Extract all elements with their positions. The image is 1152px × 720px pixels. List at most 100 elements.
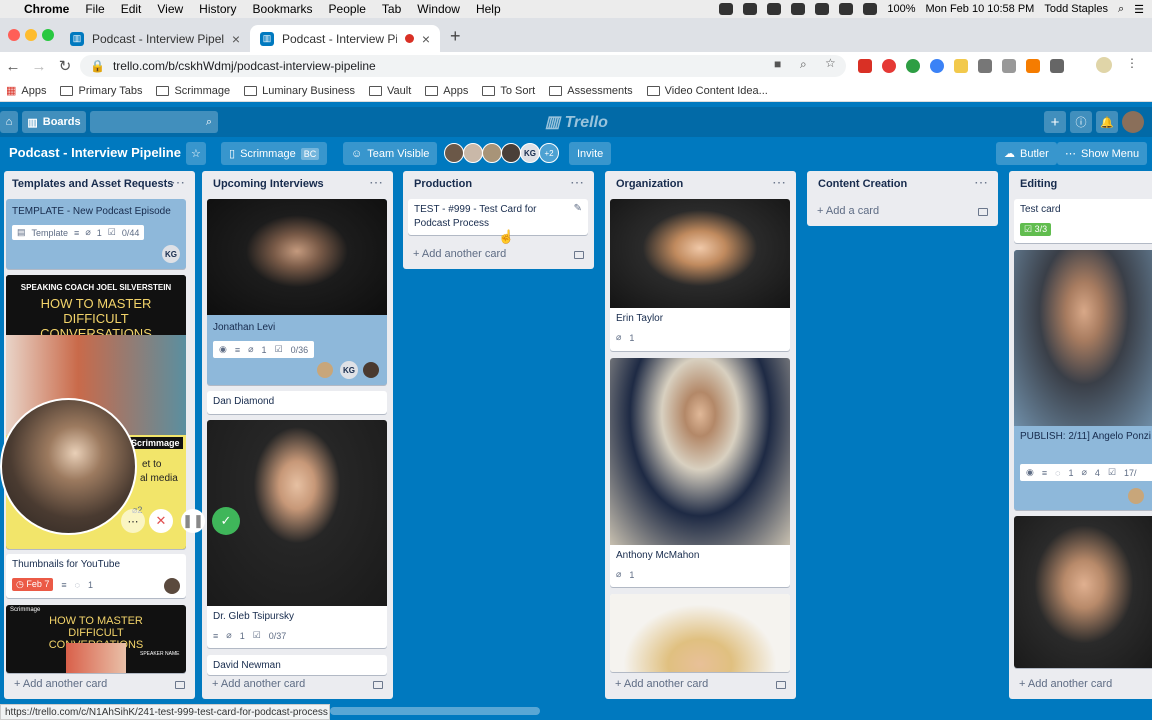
spotlight-icon[interactable]: ⌕	[1118, 3, 1124, 16]
member-avatar[interactable]	[482, 143, 502, 163]
new-tab-icon[interactable]: +	[450, 26, 461, 47]
menu-window[interactable]: Window	[409, 2, 468, 16]
horizontal-scrollbar[interactable]	[330, 707, 540, 715]
list-title[interactable]: Templates and Asset Requests	[12, 178, 173, 190]
tray-icon[interactable]	[743, 3, 758, 15]
card-partial[interactable]	[610, 594, 790, 672]
card-angelo-ponzi[interactable]: PUBLISH: 2/11] Angelo Ponzi Cares" about…	[1014, 250, 1152, 510]
profile-avatar-icon[interactable]	[1096, 57, 1112, 73]
menu-bookmarks[interactable]: Bookmarks	[245, 2, 321, 16]
extension-icon[interactable]	[930, 59, 944, 73]
webcam-bubble[interactable]	[0, 398, 137, 535]
member-avatar[interactable]	[501, 143, 521, 163]
card-thumbnails[interactable]: Thumbnails for YouTube ◷ Feb 7 ≡ ◌ 1	[6, 554, 186, 598]
tray-icon[interactable]	[815, 3, 830, 15]
menu-help[interactable]: Help	[468, 2, 509, 16]
download-icon[interactable]	[1050, 59, 1064, 73]
extension-icon[interactable]	[882, 59, 896, 73]
add-card-button[interactable]: + Add another card	[1019, 678, 1112, 690]
info-button[interactable]: ⓘ	[1070, 111, 1092, 133]
menu-people[interactable]: People	[321, 2, 374, 16]
card-dan-diamond[interactable]: Dan Diamond	[207, 391, 387, 414]
card-template-icon[interactable]	[978, 208, 988, 216]
team-button[interactable]: ▯ Scrimmage BC	[221, 142, 328, 165]
list-title[interactable]: Upcoming Interviews	[213, 178, 324, 190]
tray-icon[interactable]	[767, 3, 782, 15]
card-test-card[interactable]: Test card ☑ 3/3	[1014, 199, 1152, 243]
address-bar[interactable]: 🔒 trello.com/b/cskhWdmj/podcast-intervie…	[80, 55, 846, 77]
show-menu-button[interactable]: ⋯ Show Menu	[1057, 142, 1148, 165]
wifi-icon[interactable]	[839, 3, 854, 15]
list-title[interactable]: Content Creation	[818, 178, 907, 190]
list-menu-icon[interactable]: ⋯	[369, 174, 383, 191]
menu-extras-icon[interactable]: ☰	[1134, 3, 1144, 16]
card-gleb-tsipursky[interactable]: Dr. Gleb Tsipursky ≡ ⌀ 1 ☑ 0/37	[207, 420, 387, 648]
member-avatar[interactable]	[444, 143, 464, 163]
bookmark-folder[interactable]: To Sort	[482, 85, 535, 97]
list-menu-icon[interactable]: ⋯	[171, 174, 185, 191]
search-input[interactable]: ⌕	[90, 111, 218, 133]
browser-tab[interactable]: ▥ Podcast - Interview Pipeline | Tr ×	[60, 25, 250, 52]
bookmark-folder[interactable]: Video Content Idea...	[646, 85, 768, 97]
evernote-icon[interactable]	[906, 59, 920, 73]
board-title[interactable]: Podcast - Interview Pipeline	[9, 145, 181, 160]
notifications-button[interactable]: 🔔	[1096, 111, 1118, 133]
close-tab-icon[interactable]: ×	[232, 31, 240, 47]
card-template-icon[interactable]	[574, 251, 584, 259]
battery-percent[interactable]: 100%	[887, 3, 915, 15]
tray-icon[interactable]	[719, 3, 734, 15]
butler-button[interactable]: ☁ Butler	[996, 142, 1057, 165]
card-anthony-mcmahon[interactable]: Anthony McMahon ⌀ 1	[610, 358, 790, 587]
card-template-icon[interactable]	[373, 681, 383, 689]
clock[interactable]: Mon Feb 10 10:58 PM	[926, 3, 1035, 15]
reload-icon[interactable]: ↻	[52, 57, 78, 75]
close-window-icon[interactable]	[8, 29, 20, 41]
tray-icon[interactable]	[791, 3, 806, 15]
more-members[interactable]: +2	[539, 143, 559, 163]
bookmark-folder[interactable]: Apps	[425, 85, 468, 97]
menu-edit[interactable]: Edit	[113, 2, 150, 16]
menu-file[interactable]: File	[77, 2, 112, 16]
member-avatar[interactable]	[164, 578, 180, 594]
menu-tab[interactable]: Tab	[374, 2, 409, 16]
extension-icon[interactable]	[1026, 59, 1040, 73]
menu-view[interactable]: View	[149, 2, 191, 16]
member-avatar[interactable]	[363, 362, 379, 378]
bookmark-folder[interactable]: Primary Tabs	[60, 85, 142, 97]
member-avatar-initials[interactable]: KG	[520, 143, 540, 163]
member-avatar[interactable]	[463, 143, 483, 163]
app-menu[interactable]: Chrome	[16, 2, 77, 16]
card-template[interactable]: TEMPLATE - New Podcast Episode ▤ Template…	[6, 199, 186, 269]
camera-icon[interactable]: ■	[774, 57, 781, 71]
cancel-recording-icon[interactable]: ✕	[149, 509, 173, 533]
bookmark-folder[interactable]: Assessments	[549, 85, 633, 97]
finish-recording-icon[interactable]: ✓	[212, 507, 240, 535]
chrome-menu-icon[interactable]: ⋮	[1126, 56, 1138, 70]
minimize-window-icon[interactable]	[25, 29, 37, 41]
volume-icon[interactable]	[863, 3, 878, 15]
menu-history[interactable]: History	[191, 2, 244, 16]
member-avatar-initials[interactable]: KG	[162, 245, 180, 263]
bookmark-folder[interactable]: Luminary Business	[244, 85, 355, 97]
card-partial-editing[interactable]	[1014, 516, 1152, 668]
list-menu-icon[interactable]: ⋯	[974, 174, 988, 191]
visibility-button[interactable]: ☺ Team Visible	[343, 142, 438, 165]
member-avatar-initials[interactable]: KG	[340, 361, 358, 379]
boards-button[interactable]: ▥ Boards	[22, 111, 86, 133]
trello-logo[interactable]: ▥ Trello	[545, 112, 608, 132]
bookmark-folder[interactable]: Scrimmage	[156, 85, 230, 97]
invite-button[interactable]: Invite	[569, 142, 612, 165]
card-cover-image[interactable]: Scrimmage HOW TO MASTER DIFFICULT CONVER…	[6, 605, 186, 673]
user-avatar[interactable]	[1122, 111, 1144, 133]
edit-card-icon[interactable]: ✎	[574, 203, 582, 214]
add-card-button[interactable]: + Add another card	[14, 678, 107, 690]
create-button[interactable]: +	[1044, 111, 1066, 133]
extension-icon[interactable]	[954, 59, 968, 73]
extension-icon[interactable]	[978, 59, 992, 73]
star-board-button[interactable]: ☆	[186, 142, 206, 165]
bookmark-apps[interactable]: ▦ Apps	[6, 84, 46, 98]
card-template-icon[interactable]	[175, 681, 185, 689]
bookmark-folder[interactable]: Vault	[369, 85, 411, 97]
forward-icon[interactable]: →	[26, 58, 52, 75]
close-tab-icon[interactable]: ×	[422, 31, 430, 47]
